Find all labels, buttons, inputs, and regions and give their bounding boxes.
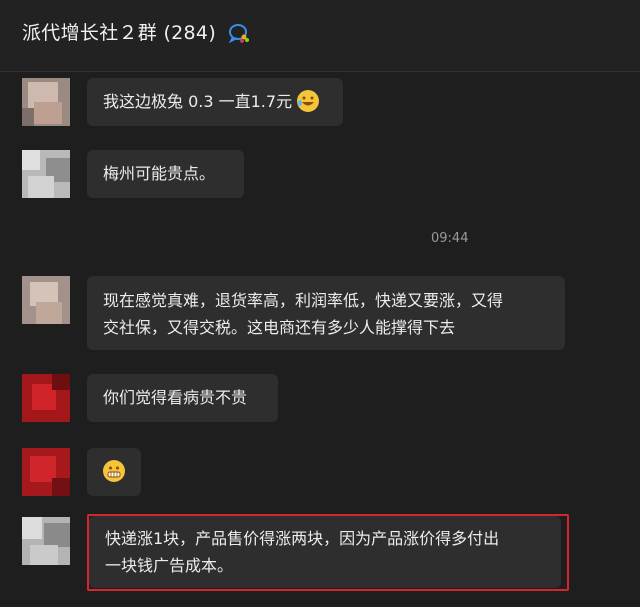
chat-header: 派代增长社２群 (284) xyxy=(0,0,640,72)
avatar[interactable] xyxy=(22,374,70,422)
message-text-line: 现在感觉真难，退货率高，利润率低，快递又要涨，又得 xyxy=(103,291,504,310)
avatar[interactable] xyxy=(22,150,70,198)
timestamp: 09:44 xyxy=(431,231,469,246)
avatar[interactable] xyxy=(22,78,70,126)
message-bubble[interactable]: 我这边极兔 0.3 一直1.7元 xyxy=(87,78,343,126)
avatar[interactable] xyxy=(22,448,70,496)
message-bubble[interactable]: 你们觉得看病贵不贵 xyxy=(87,374,278,422)
chat-title[interactable]: 派代增长社２群 (284) xyxy=(22,18,216,45)
avatar[interactable] xyxy=(22,517,70,565)
avatar[interactable] xyxy=(22,276,70,324)
message-bubble[interactable] xyxy=(87,448,141,496)
group-chat-icon[interactable] xyxy=(228,22,250,44)
grinning-grimace-emoji xyxy=(103,460,125,482)
highlight-box xyxy=(87,514,569,591)
message-text: 你们觉得看病贵不贵 xyxy=(103,388,248,407)
laughing-crying-emoji xyxy=(297,90,320,112)
message-bubble[interactable]: 梅州可能贵点。 xyxy=(87,150,244,198)
message-text: 我这边极兔 0.3 一直1.7元 xyxy=(103,92,293,111)
message-text: 梅州可能贵点。 xyxy=(103,164,216,183)
message-text-line: 交社保，又得交税。这电商还有多少人能撑得下去 xyxy=(103,318,456,337)
message-bubble[interactable]: 现在感觉真难，退货率高，利润率低，快递又要涨，又得 交社保，又得交税。这电商还有… xyxy=(87,276,565,350)
